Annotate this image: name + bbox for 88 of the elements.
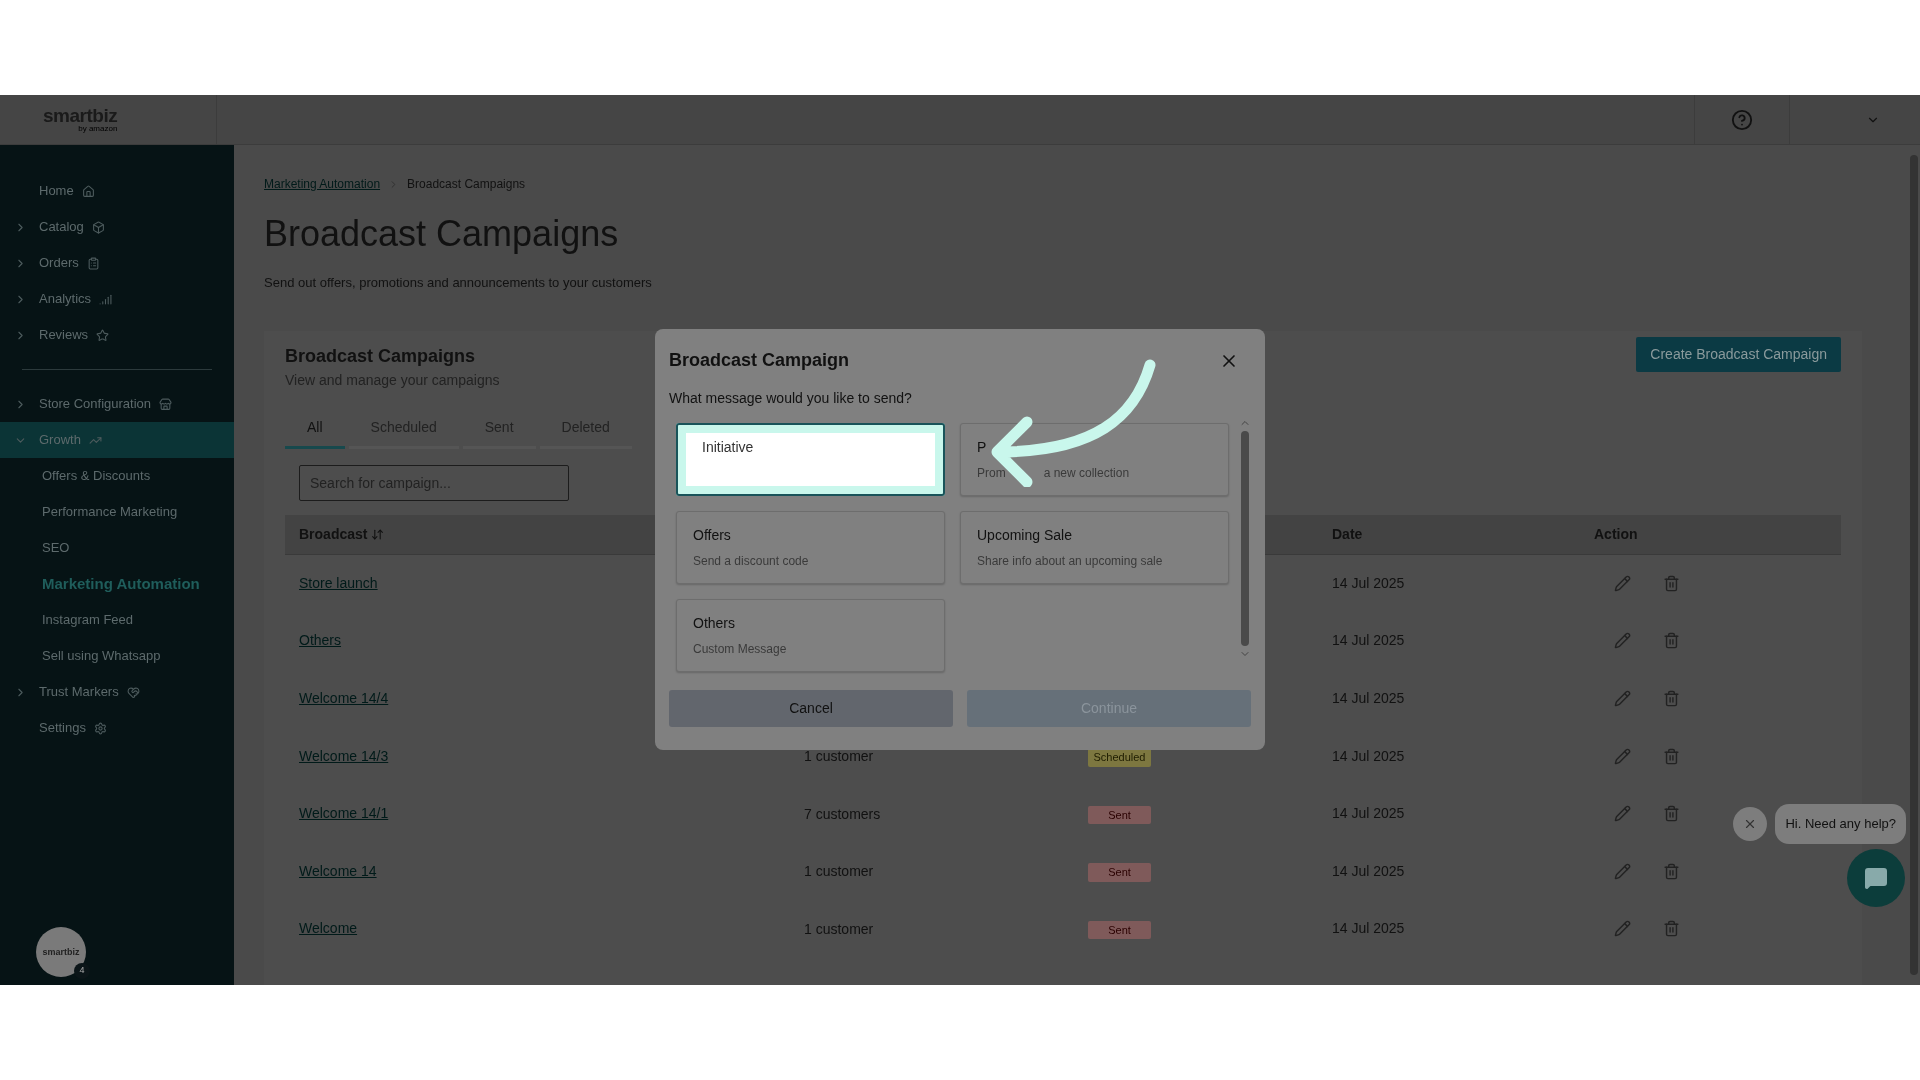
option-card[interactable]: Upcoming Sale Share info about an upcoming sale	[960, 511, 1229, 584]
option-card[interactable]: Initiative	[676, 423, 945, 496]
chat-greeting: Hi. Need any help?	[1775, 804, 1906, 844]
date-cell-text: 14 Jul 2025	[1332, 804, 1406, 824]
date-cell-text: 14 Jul 2025	[1332, 861, 1406, 881]
clipboard-icon	[86, 256, 100, 270]
audience-count: 1 customer	[804, 748, 874, 765]
option-card[interactable]: Offers Send a discount code	[676, 511, 945, 584]
date-cell-text: 14 Jul 2025	[1332, 631, 1406, 651]
option-description: Prom	[977, 465, 1006, 482]
notification-badge: 4	[74, 963, 90, 979]
delete-icon[interactable]	[1663, 690, 1680, 707]
sort-icon	[371, 527, 385, 541]
audience-count: 1 customer	[804, 920, 874, 937]
edit-icon[interactable]	[1614, 920, 1631, 938]
sidebar-subitem[interactable]: SEO	[0, 530, 234, 566]
delete-icon[interactable]	[1663, 862, 1680, 880]
campaign-link[interactable]: Welcome 14/1	[299, 803, 389, 825]
option-title: Initiative	[702, 438, 755, 457]
sidebar-item[interactable]: Growth	[0, 422, 234, 458]
heart-handshake-icon	[126, 685, 140, 699]
edit-icon[interactable]	[1614, 747, 1631, 765]
campaign-link[interactable]: Store launch	[299, 572, 378, 594]
cancel-button[interactable]: Cancel	[669, 690, 953, 727]
date-cell-text: 14 Jul 2025	[1332, 689, 1406, 708]
page-title: Broadcast Campaigns	[264, 212, 620, 256]
logo: smartbiz	[42, 947, 80, 957]
sidebar-subitem[interactable]: Performance Marketing	[0, 494, 234, 530]
tab[interactable]: All	[285, 416, 345, 449]
sidebar-item[interactable]: Store Configuration	[0, 386, 234, 422]
delete-icon[interactable]	[1663, 574, 1680, 592]
sidebar-subitem[interactable]: Marketing Automation	[0, 566, 234, 602]
date-cell-text: 14 Jul 2025	[1332, 746, 1406, 766]
bar-chart-icon	[99, 292, 113, 306]
option-title: Offers	[693, 526, 732, 545]
campaign-link[interactable]: Welcome 14/3	[299, 745, 389, 767]
option-description: Send a discount code	[693, 553, 809, 570]
star-icon	[96, 328, 110, 342]
sidebar-subitem[interactable]: Instagram Feed	[0, 602, 234, 638]
sidebar-item[interactable]: Analytics	[0, 281, 234, 317]
option-title: P	[977, 438, 988, 457]
delete-icon[interactable]	[1663, 805, 1680, 823]
delete-icon[interactable]	[1663, 920, 1680, 938]
edit-icon[interactable]	[1614, 574, 1631, 592]
card-title: Broadcast Campaigns	[285, 344, 477, 368]
delete-icon[interactable]	[1663, 632, 1680, 650]
status-badge: Sent	[1088, 920, 1151, 940]
campaign-link[interactable]: Welcome	[299, 918, 358, 940]
delete-icon[interactable]	[1663, 747, 1680, 765]
breadcrumb-item[interactable]: Marketing Automation	[264, 175, 381, 193]
campaign-link[interactable]: Others	[299, 630, 341, 652]
breadcrumb-item: Broadcast Campaigns	[407, 176, 526, 193]
page-description: Send out offers, promotions and announcements to your customers	[264, 274, 653, 292]
audience-count: 7 customers	[804, 805, 881, 822]
sidebar-item[interactable]: Orders	[0, 245, 234, 281]
option-description: a new collection	[1043, 465, 1130, 482]
modal-question: What message would you like to send?	[669, 389, 913, 408]
modal-title: Broadcast Campaign	[669, 349, 850, 372]
edit-icon[interactable]	[1614, 632, 1631, 650]
sidebar-subitem[interactable]: Offers & Discounts	[0, 458, 234, 494]
date-cell-text: 14 Jul 2025	[1332, 919, 1406, 939]
option-title: Others	[693, 614, 736, 633]
edit-icon[interactable]	[1614, 805, 1631, 823]
campaign-link[interactable]: Welcome 14	[299, 860, 377, 882]
option-description: Share info about an upcoming sale	[977, 553, 1163, 570]
option-card[interactable]: Others Custom Message	[676, 599, 945, 672]
create-campaign-button[interactable]: Create Broadcast Campaign	[1636, 336, 1841, 372]
sidebar-subitem[interactable]: Sell using Whatsapp	[0, 638, 234, 674]
status-badge: Sent	[1088, 805, 1151, 825]
audience-count: 1 customer	[804, 863, 874, 880]
sidebar-item[interactable]: Trust Markers	[0, 674, 234, 710]
home-icon	[81, 184, 95, 198]
chat-icon	[1864, 866, 1888, 890]
option-description: Custom Message	[693, 641, 787, 658]
box-icon	[91, 220, 105, 234]
sidebar-item[interactable]: Home	[0, 173, 234, 209]
help-icon[interactable]	[1731, 108, 1753, 131]
sidebar-item[interactable]: Settings	[0, 710, 234, 746]
sidebar-item[interactable]: Reviews	[0, 317, 234, 353]
sidebar-item[interactable]: Catalog	[0, 209, 234, 245]
edit-icon[interactable]	[1614, 690, 1631, 707]
edit-icon[interactable]	[1614, 862, 1631, 880]
date-cell-text: 14 Jul 2025	[1332, 573, 1406, 593]
store-icon	[159, 397, 172, 411]
settings-icon	[94, 721, 107, 735]
option-title: Upcoming Sale	[977, 526, 1073, 545]
status-badge: Sent	[1088, 863, 1151, 882]
campaign-link[interactable]: Welcome 14/4	[299, 688, 389, 709]
